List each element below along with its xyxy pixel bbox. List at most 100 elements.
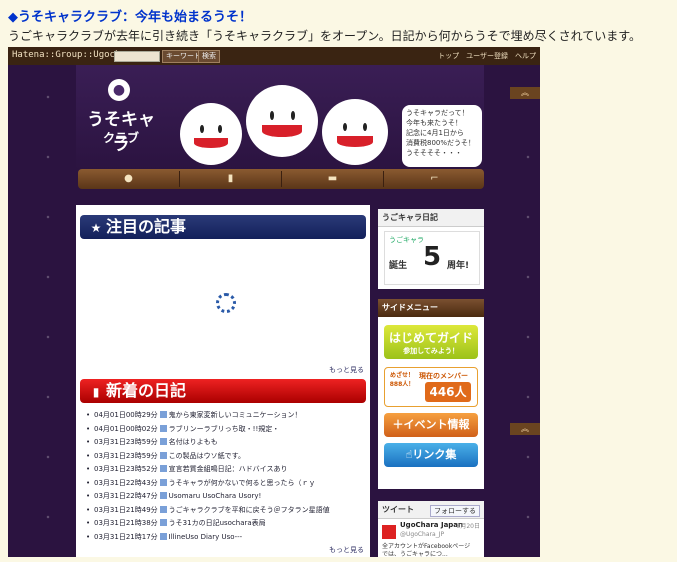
entry-time: 23時52分 — [125, 465, 158, 473]
logo-sub-text: クラブ — [102, 131, 139, 145]
table-row[interactable]: • 03月31日21時49分 うごキャラクラブを平和に戻そう＠フタラン星語値 — [86, 505, 368, 519]
side-diary-box: うごキャラ日記 うごキャラ 誕生 5 周年! — [378, 209, 484, 289]
entry-text[interactable]: うごキャラクラブを平和に戻そう＠フタラン星語値 — [169, 506, 330, 514]
entry-time: 00時02分 — [125, 424, 158, 433]
nav-home[interactable]: ● — [78, 169, 179, 189]
bullet-icon: • — [86, 438, 91, 446]
user-icon — [159, 505, 167, 513]
entry-date: 04月01日 — [94, 411, 126, 419]
user-icon — [159, 411, 167, 418]
entry-time: 23時59分 — [125, 451, 158, 460]
table-row[interactable]: • 03月31日23時52分 宣言若質金組鳴日記：ハドバイスあり — [86, 464, 368, 478]
user-icon — [159, 532, 167, 540]
site-logo[interactable]: ● うそキャラ クラブ — [80, 79, 162, 161]
plus-icon: ＋ — [392, 418, 404, 431]
table-row[interactable]: • 04月01日00時29分 鬼から東家変新しいコミュニケーション！ — [86, 410, 368, 424]
article-title[interactable]: ◆うそキャラクラブ：今年も始まるうそ！ — [8, 6, 252, 25]
table-row[interactable]: • 03月31日22時43分 うそキャラが何かないで何ると思ったら（ｒｙ — [86, 478, 368, 492]
entry-date: 04月01日 — [94, 424, 126, 433]
table-row[interactable]: • 03月31日23時59分 この製品はウソ紙です。 — [86, 451, 368, 465]
entry-date: 03月31日 — [94, 519, 126, 527]
bullet-icon: • — [86, 424, 91, 433]
side-diary-head: うごキャラ日記 — [378, 209, 484, 227]
table-row[interactable]: • 03月31日21時17分 IllineUso Diary Uso--- — [86, 532, 368, 546]
entry-text[interactable]: Usomaru UsoChara Usory! — [169, 492, 262, 500]
bullet-icon: • — [86, 505, 91, 514]
guide-button[interactable]: はじめてガイド 参加してみよう！ — [384, 325, 478, 359]
entry-text[interactable]: うそ31カの日記usochara表局 — [169, 519, 266, 527]
bullet-icon: • — [86, 492, 91, 500]
article-description: うごキャラクラブが去年に引き続き「うそキャラクラブ」をオープン。日記から何からう… — [8, 29, 642, 43]
table-row[interactable]: • 03月31日23時59分 名付はりよもも — [86, 437, 368, 451]
bullet-icon: • — [86, 451, 91, 460]
user-icon — [159, 492, 167, 499]
entry-time: 00時29分 — [125, 411, 158, 419]
side-menu: サイドメニュー はじめてガイド 参加してみよう！ めざせ！ 888人！ 現在のメ… — [378, 299, 484, 489]
newdiary-more-link[interactable]: もっと見る — [329, 545, 364, 555]
event-button[interactable]: ＋イベント情報 — [384, 413, 478, 437]
entry-text[interactable]: ラブリンーラブリっち取・!!規定・ — [169, 425, 280, 433]
tweets-box: ツイート フォローする UgoChara Japan 3月20日 @UgoCha… — [378, 501, 484, 557]
user-icon — [159, 519, 167, 526]
entry-text[interactable]: 宣言若質金組鳴日記：ハドバイスあり — [169, 465, 288, 473]
entry-text[interactable]: うそキャラが何かないで何ると思ったら（ｒｙ — [169, 479, 316, 487]
search-button[interactable]: 検索 — [198, 50, 220, 63]
hero-banner: ● うそキャラ クラブ うそキャラだって！ 今年も来たうそ！ 記念に4月1日から 消費… — [76, 65, 484, 171]
table-row[interactable]: • 03月31日21時38分 うそ31カの日記usochara表局 — [86, 518, 368, 532]
entry-date: 03月31日 — [94, 451, 126, 460]
speech-bubble: うそキャラだって！ 今年も来たうそ！ 記念に4月1日から 消費税800%だうそ！ うそそ… — [402, 105, 482, 167]
bullet-icon: • — [86, 465, 91, 473]
entry-text[interactable]: 鬼から東家変新しいコミュニケーション！ — [169, 411, 302, 419]
follow-button[interactable]: フォローする — [430, 505, 480, 517]
entry-time: 21時38分 — [125, 519, 158, 527]
side-menu-head: サイドメニュー — [378, 299, 484, 317]
featured-header: ★ 注目の記事 — [80, 215, 366, 239]
links-button[interactable]: ☝リンク集 — [384, 443, 478, 467]
table-row[interactable]: • 03月31日22時47分 Usomaru UsoChara Usory! — [86, 491, 368, 505]
anniversary-banner[interactable]: うごキャラ 誕生 5 周年! — [384, 231, 480, 285]
site-screenshot: Hatena::Group::Ugochara キーワード 検索 トップ ユーザ… — [8, 47, 540, 557]
egg-icon: ● — [108, 79, 130, 101]
hatena-toolbar: Hatena::Group::Ugochara キーワード 検索 トップ ユーザ… — [8, 47, 540, 65]
book-icon: ▮ — [92, 385, 100, 399]
keyword-input[interactable] — [114, 51, 160, 62]
entry-time: 23時59分 — [125, 438, 158, 446]
entry-date: 03月31日 — [94, 478, 126, 487]
book-icon: ▮ — [227, 173, 234, 184]
character-left — [180, 103, 242, 165]
scroll-top-tab[interactable]: ︽ — [510, 87, 540, 99]
pin-icon: ⌐ — [430, 173, 439, 184]
user-icon — [159, 478, 167, 486]
entry-time: 21時17分 — [125, 532, 158, 541]
nav-comments[interactable]: ▬ — [282, 169, 383, 189]
entry-date: 03月31日 — [94, 465, 126, 473]
members-box[interactable]: めざせ！ 888人！ 現在のメンバー 446人 — [384, 367, 478, 407]
user-icon — [159, 424, 167, 432]
hatena-right-links[interactable]: トップ ユーザー登録 ヘルプ — [438, 51, 536, 61]
loading-spinner-icon — [216, 293, 236, 313]
user-icon — [159, 465, 167, 472]
character-center — [246, 85, 318, 157]
newdiary-header: ▮ 新着の日記 — [80, 379, 366, 403]
user-icon — [159, 451, 167, 459]
user-icon — [159, 438, 167, 445]
entry-text[interactable]: この製品はウソ紙です。 — [169, 452, 245, 460]
entry-date: 03月31日 — [94, 532, 126, 541]
featured-more-link[interactable]: もっと見る — [329, 365, 364, 375]
bullet-icon: • — [86, 532, 91, 541]
entry-text[interactable]: 名付はりよもも — [169, 438, 218, 446]
entry-date: 03月31日 — [94, 505, 126, 514]
speech-icon: ▬ — [327, 173, 338, 184]
star-icon: ★ — [90, 221, 102, 235]
entry-time: 22時47分 — [125, 492, 158, 500]
bullet-icon: • — [86, 411, 91, 419]
entry-time: 21時49分 — [125, 505, 158, 514]
scroll-up-tab[interactable]: ︽ — [510, 423, 540, 435]
bullet-icon: • — [86, 519, 91, 527]
entry-text[interactable]: IllineUso Diary Uso--- — [169, 533, 243, 541]
entry-time: 22時43分 — [125, 478, 158, 487]
table-row[interactable]: • 04月01日00時02分 ラブリンーラブリっち取・!!規定・ — [86, 424, 368, 438]
nav-diary[interactable]: ▮ — [180, 169, 281, 189]
nav-pin[interactable]: ⌐ — [384, 169, 485, 189]
bullet-icon: • — [86, 478, 91, 487]
